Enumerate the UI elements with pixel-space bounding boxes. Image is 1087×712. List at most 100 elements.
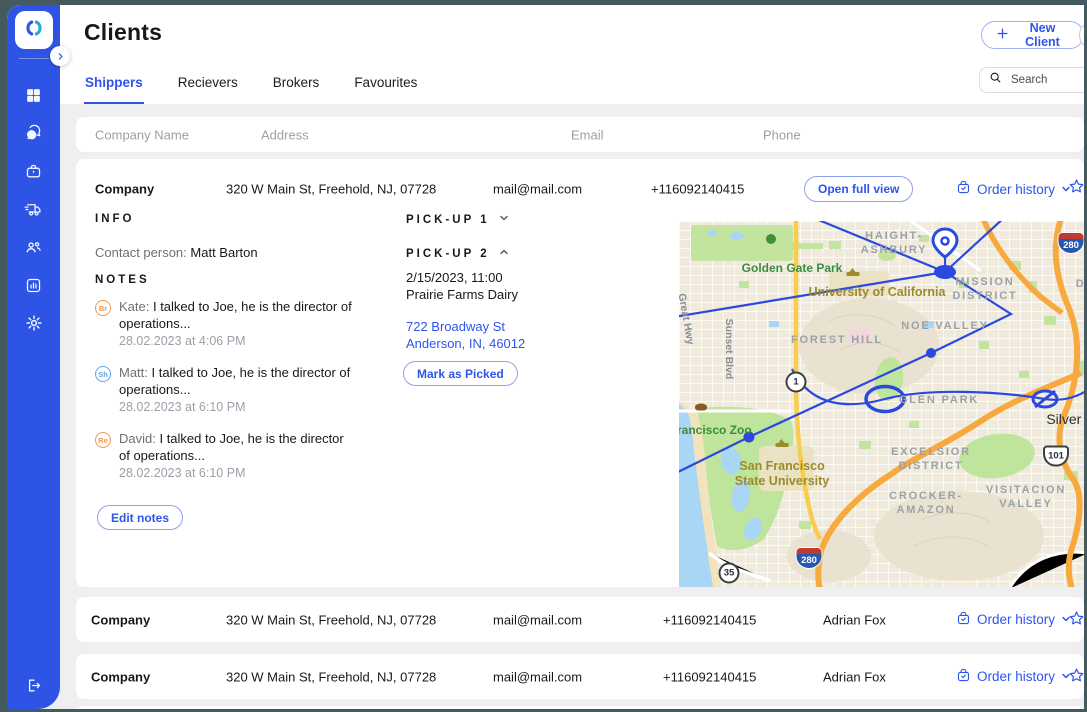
- order-bag-icon: [956, 668, 971, 686]
- map[interactable]: HAIGHT-ASHBURYMISSIONDISTRICTDOGNOE VALL…: [679, 221, 1084, 587]
- truck-icon: [24, 200, 43, 219]
- app-logo[interactable]: [15, 11, 53, 49]
- column-header-phone: Phone: [763, 127, 801, 142]
- sidebar-item-logout[interactable]: [22, 673, 46, 697]
- order-history-button[interactable]: Order history: [956, 611, 1071, 629]
- sidebar-item-truck[interactable]: [22, 197, 46, 221]
- dashboard-icon: [25, 87, 42, 104]
- order-history-button[interactable]: Order history: [956, 176, 1071, 202]
- note-author: Kate:: [119, 299, 153, 314]
- note-type-badge: Re: [95, 432, 111, 448]
- topbar: Clients New Client Shippers Recievers Brok…: [60, 5, 1084, 104]
- info-heading: INFO: [95, 213, 134, 225]
- plus-icon: [996, 27, 1009, 43]
- search-input[interactable]: [1009, 73, 1084, 87]
- column-header-company-name: Company Name: [95, 127, 189, 142]
- sidebar-item-settings[interactable]: [22, 311, 46, 335]
- pickup-2-toggle[interactable]: PICK-UP 2: [406, 247, 509, 260]
- note-type-badge: Sh: [95, 366, 111, 382]
- column-header-email: Email: [571, 127, 604, 142]
- pickup-1-toggle[interactable]: PICK-UP 1: [406, 213, 509, 226]
- column-header-address: Address: [261, 127, 309, 142]
- sidebar: [7, 5, 60, 709]
- table-row-partial[interactable]: [76, 706, 1084, 709]
- tab-brokers[interactable]: Brokers: [272, 75, 321, 104]
- sidebar-item-reports[interactable]: [22, 273, 46, 297]
- tab-bar: Shippers Recievers Brokers Favourites: [84, 75, 418, 104]
- sidebar-nav: [22, 83, 46, 335]
- note-author: Matt:: [119, 365, 152, 380]
- note-timestamp: 28.02.2023 at 4:06 PM: [119, 334, 353, 348]
- contact-person: Contact person: Matt Barton: [95, 245, 258, 260]
- pickup-address: 722 Broadway St Anderson, IN, 46012: [406, 318, 525, 352]
- order-history-button[interactable]: Order history: [956, 668, 1071, 686]
- company-phone: +116092140415: [663, 669, 756, 684]
- app-frame: Clients New Client Shippers Recievers Brok…: [7, 5, 1084, 709]
- tab-recievers[interactable]: Recievers: [177, 75, 239, 104]
- search-box[interactable]: [979, 67, 1084, 93]
- messages-icon: [25, 124, 43, 142]
- settings-icon: [25, 314, 43, 332]
- table-row[interactable]: Company 320 W Main St, Freehold, NJ, 0772…: [76, 654, 1084, 699]
- search-icon: [989, 71, 1002, 89]
- chevron-up-icon: [499, 247, 509, 260]
- pickup-address-link-1[interactable]: 722 Broadway St: [406, 318, 525, 335]
- sidebar-item-briefcase[interactable]: [22, 159, 46, 183]
- note-item: ReDavid: I talked to Joe, he is the dire…: [95, 431, 353, 480]
- page-title: Clients: [84, 19, 162, 46]
- notes-heading: NOTES: [95, 274, 150, 286]
- chevron-right-icon: [56, 49, 65, 64]
- team-icon: [24, 238, 43, 257]
- company-name: Company: [91, 612, 150, 627]
- mark-as-picked-button[interactable]: Mark as Picked: [403, 361, 518, 386]
- table-row[interactable]: Company 320 W Main St, Freehold, NJ, 0772…: [76, 597, 1084, 642]
- note-timestamp: 28.02.2023 at 6:10 PM: [119, 400, 353, 414]
- chevron-down-icon: [499, 213, 509, 226]
- sidebar-expand-button[interactable]: [50, 46, 70, 66]
- open-full-view-button[interactable]: Open full view: [804, 176, 913, 202]
- note-item: Br Kate: I talked to Joe, he is the direc…: [95, 299, 353, 348]
- pickup-location-name: Prairie Farms Dairy: [406, 287, 518, 304]
- note-type-badge: Br: [95, 300, 111, 316]
- map-canvas: [679, 221, 1084, 587]
- note-timestamp: 28.02.2023 at 6:10 PM: [119, 466, 353, 480]
- sidebar-item-messages[interactable]: [22, 121, 46, 145]
- favourite-star-icon[interactable]: [1068, 667, 1084, 687]
- logout-icon: [25, 677, 42, 694]
- table-header-row: Company Name Address Email Phone: [76, 117, 1084, 152]
- new-client-button[interactable]: New Client: [981, 21, 1084, 49]
- company-address: 320 W Main St, Freehold, NJ, 07728: [226, 669, 436, 684]
- note-item: Sh Matt: I talked to Joe, he is the direc…: [95, 365, 353, 414]
- notes-list: Br Kate: I talked to Joe, he is the direc…: [95, 299, 353, 480]
- note-text: I talked to Joe, he is the director of o…: [119, 299, 352, 331]
- main-area: Clients New Client Shippers Recievers Brok…: [60, 5, 1084, 709]
- tab-favourites[interactable]: Favourites: [353, 75, 418, 104]
- company-email: mail@mail.com: [493, 669, 582, 684]
- company-phone: +116092140415: [651, 182, 744, 197]
- company-address: 320 W Main St, Freehold, NJ, 07728: [226, 182, 436, 197]
- edit-notes-button[interactable]: Edit notes: [97, 505, 183, 530]
- note-text: I talked to Joe, he is the director of o…: [119, 365, 350, 397]
- favourite-star-icon[interactable]: [1068, 610, 1084, 630]
- company-name: Company: [91, 669, 150, 684]
- sidebar-item-team[interactable]: [22, 235, 46, 259]
- company-address: 320 W Main St, Freehold, NJ, 07728: [226, 612, 436, 627]
- sidebar-item-dashboard[interactable]: [22, 83, 46, 107]
- tab-shippers[interactable]: Shippers: [84, 75, 144, 104]
- briefcase-icon: [25, 163, 42, 180]
- pickup-address-link-2[interactable]: Anderson, IN, 46012: [406, 335, 525, 352]
- sidebar-divider: [19, 58, 49, 59]
- favourite-star-icon[interactable]: [1068, 178, 1084, 198]
- company-phone: +116092140415: [663, 612, 756, 627]
- company-email: mail@mail.com: [493, 612, 582, 627]
- contact-name: Adrian Fox: [823, 669, 886, 684]
- reports-icon: [25, 277, 42, 294]
- expanded-client-row: Company 320 W Main St, Freehold, NJ, 077…: [76, 159, 1084, 587]
- company-name: Company: [95, 182, 154, 197]
- note-author: David:: [119, 431, 159, 446]
- order-bag-icon: [956, 611, 971, 629]
- logo-icon: [23, 17, 45, 44]
- contact-name: Adrian Fox: [823, 612, 886, 627]
- clients-table: Company Name Address Email Phone Company 32…: [60, 104, 1084, 709]
- pickup-datetime: 2/15/2023, 11:00: [406, 270, 518, 287]
